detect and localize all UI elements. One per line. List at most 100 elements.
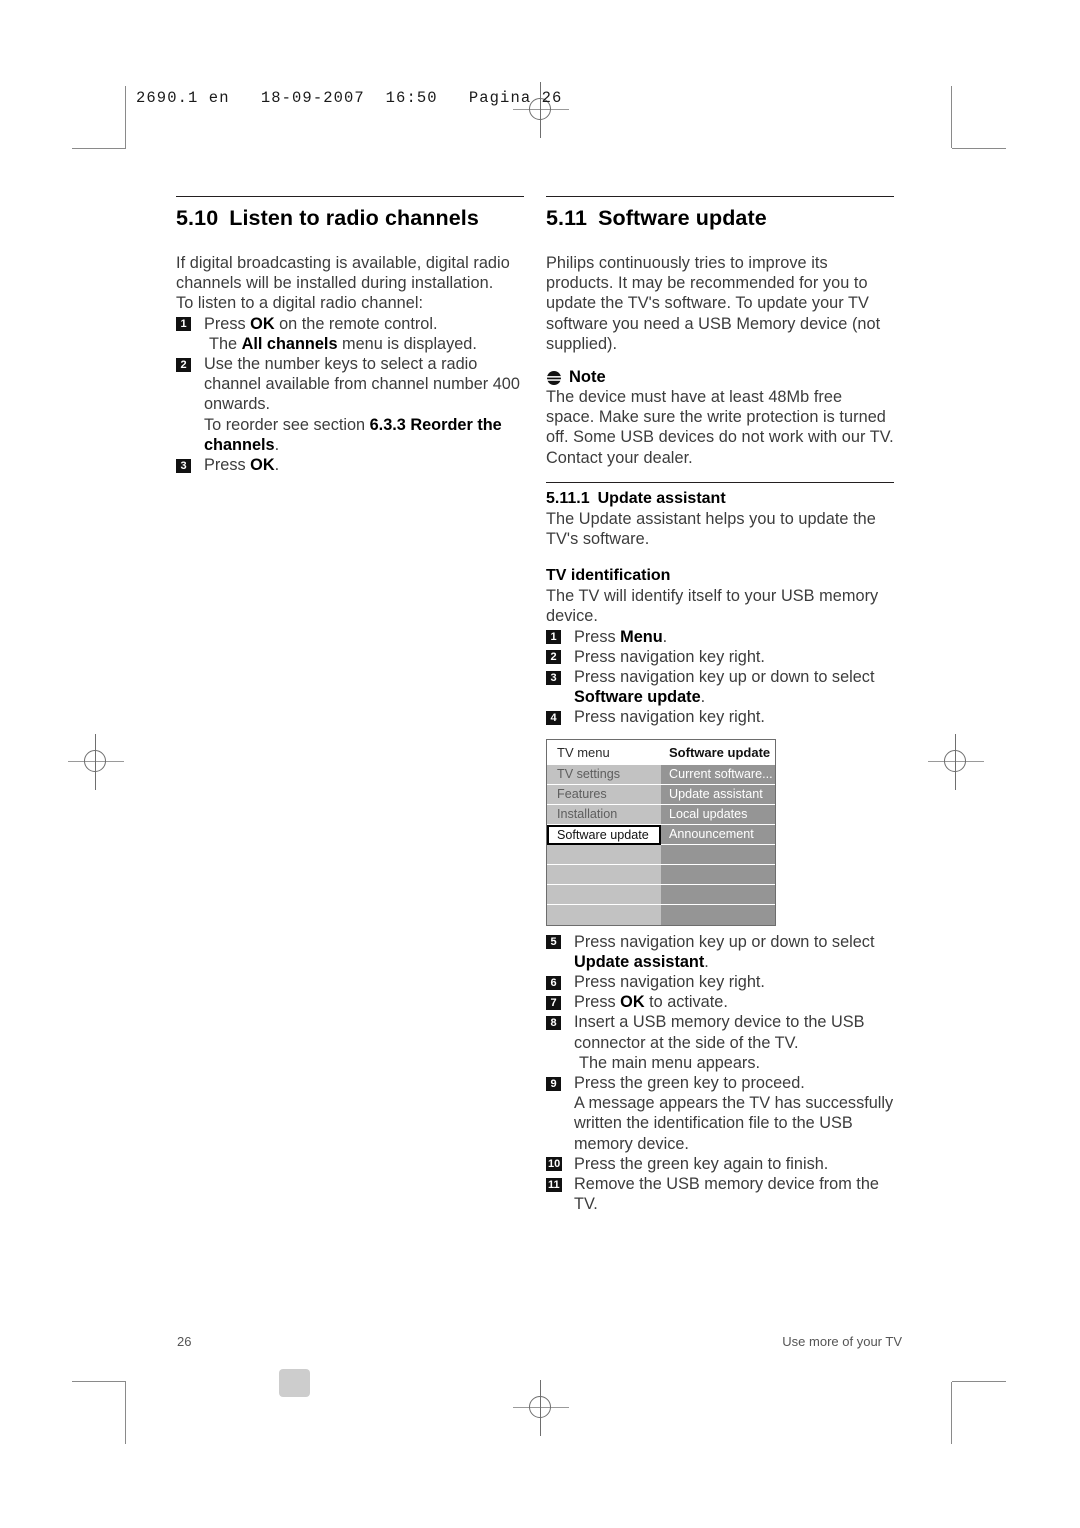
registration-mark-left-center (68, 734, 124, 790)
keyword-software-update: Software update (574, 688, 701, 707)
step-badge: 2 (176, 357, 191, 372)
crop-mark-bottom-right-horizontal (952, 1381, 1006, 1382)
crop-mark-bottom-right-vertical (951, 1382, 952, 1444)
table-row[interactable]: TV settings Current software... (547, 764, 775, 785)
list-item: 3 Press navigation key up or down to sel… (546, 667, 894, 707)
note-body: The device must have at least 48Mb free … (546, 388, 894, 467)
tv-menu-item-empty (547, 864, 661, 885)
step-text: Remove the USB memory device from the TV… (574, 1175, 879, 1214)
right-intro-paragraph: Philips continuously tries to improve it… (546, 254, 881, 353)
crop-mark-bottom-left-vertical (125, 1382, 126, 1444)
tv-menu-item-installation[interactable]: Installation (547, 804, 661, 825)
keyword-ok: OK (620, 993, 645, 1012)
table-row-selected[interactable]: Software update Announcement (547, 824, 775, 845)
tv-submenu-item-empty (661, 884, 775, 905)
step-text: Use the number keys to select a radio ch… (204, 355, 520, 414)
list-item: 11 Remove the USB memory device from the… (546, 1174, 894, 1214)
registration-mark-bottom-center (513, 1380, 569, 1436)
left-intro-paragraph-1: If digital broadcasting is available, di… (176, 254, 510, 293)
step-continuation: A message appears the TV has successfull… (574, 1094, 894, 1153)
print-slug: 2690.1 en 18-09-2007 16:50 Pagina 26 (136, 89, 563, 107)
note-header: Note (546, 368, 894, 387)
step-text: Press navigation key right. (574, 708, 765, 727)
step-badge: 3 (546, 670, 561, 685)
subsection-number: 5.11.1 (546, 489, 590, 507)
tv-submenu-item-empty (661, 864, 775, 885)
step-text: Press OK. (204, 456, 280, 475)
tv-menu-figure: TV menu Software update TV settings Curr… (546, 738, 776, 926)
tv-menu-header-row: TV menu Software update (547, 739, 775, 765)
tv-menu-header-right: Software update (661, 739, 775, 765)
step-badge: 6 (546, 975, 561, 990)
subsection-title: Update assistant (597, 489, 726, 507)
list-item: 1 Press Menu. (546, 627, 894, 647)
list-item: 2 Press navigation key right. (546, 647, 894, 667)
tv-identification-steps-before: 1 Press Menu. 2 Press navigation key rig… (546, 627, 894, 728)
step-badge: 8 (546, 1015, 561, 1030)
step-text: Press Menu. (574, 627, 668, 646)
list-item: 10 Press the green key again to finish. (546, 1154, 894, 1174)
step-badge: 9 (546, 1076, 561, 1091)
step-text: Press OK on the remote control. (204, 314, 438, 333)
step-text: Press the green key again to finish. (574, 1154, 829, 1173)
table-row (547, 884, 775, 905)
step-badge: 7 (546, 995, 561, 1010)
tv-submenu-item-current-software[interactable]: Current software... (661, 764, 775, 785)
tv-identification-steps-after: 5 Press navigation key up or down to sel… (546, 932, 894, 1215)
list-item: 1 Press OK on the remote control. The Al… (176, 314, 524, 354)
tv-menu-item-tv-settings[interactable]: TV settings (547, 764, 661, 785)
list-item: 5 Press navigation key up or down to sel… (546, 932, 894, 972)
tv-submenu-item-update-assistant[interactable]: Update assistant (661, 784, 775, 805)
step-text: Press navigation key up or down to selec… (574, 932, 875, 971)
list-item: 8 Insert a USB memory device to the USB … (546, 1012, 894, 1073)
right-section-number: 5.11 (546, 206, 588, 230)
step-text: Press the green key to proceed. (574, 1074, 805, 1093)
crop-mark-right-vertical (951, 86, 952, 148)
step-text: Press navigation key right. (574, 973, 765, 992)
left-step-list: 1 Press OK on the remote control. The Al… (176, 314, 524, 476)
step-badge: 1 (546, 630, 561, 645)
keyword-all-channels: All channels (241, 334, 338, 353)
section-rule-left (176, 196, 524, 197)
list-item: 7 Press OK to activate. (546, 992, 894, 1012)
tv-submenu-item-local-updates[interactable]: Local updates (661, 804, 775, 825)
footer-section-label: Use more of your TV (782, 1334, 902, 1349)
step-badge: 11 (546, 1177, 562, 1192)
right-section-heading: 5.11 Software update (546, 206, 894, 231)
note-icon (546, 370, 562, 386)
right-section-title: Software update (598, 206, 767, 230)
table-row[interactable]: Installation Local updates (547, 804, 775, 825)
subsection-heading: 5.11.1 Update assistant (546, 490, 894, 508)
tv-menu-item-software-update-selected[interactable]: Software update (547, 824, 661, 845)
left-section-number: 5.10 (176, 206, 219, 230)
list-item: 9 Press the green key to proceed. A mess… (546, 1073, 894, 1154)
step-badge: 5 (546, 935, 561, 950)
crop-mark-left-vertical (125, 86, 126, 148)
step-badge: 2 (546, 650, 561, 665)
left-intro-paragraph-2: To listen to a digital radio channel: (176, 294, 424, 313)
keyword-reorder-channels: 6.3.3 Reorder the channels (204, 415, 502, 454)
tv-menu-header-left: TV menu (547, 739, 661, 765)
table-row (547, 904, 775, 925)
step-badge: 3 (176, 458, 191, 473)
left-column: 5.10 Listen to radio channels If digital … (176, 196, 524, 475)
tv-identification-heading: TV identification (546, 567, 671, 585)
left-section-title: Listen to radio channels (229, 206, 479, 230)
keyword-ok: OK (250, 314, 275, 333)
tv-menu-item-empty (547, 844, 661, 865)
note-label: Note (569, 368, 606, 387)
crop-mark-top-right-horizontal (952, 148, 1006, 149)
keyword-menu: Menu (620, 627, 663, 646)
right-column: 5.11 Software update Philips continuously… (546, 196, 894, 1215)
crop-mark-bottom-left-horizontal (72, 1381, 126, 1382)
tv-submenu-item-announcement[interactable]: Announcement (661, 824, 775, 845)
table-row[interactable]: Features Update assistant (547, 784, 775, 805)
subsection-body: The Update assistant helps you to update… (546, 509, 876, 549)
step-continuation: To reorder see section 6.3.3 Reorder the… (204, 415, 502, 454)
step-text: Press OK to activate. (574, 993, 728, 1012)
page-number: 26 (177, 1334, 192, 1349)
color-calibration-swatch (279, 1369, 310, 1397)
tv-identification-body: The TV will identify itself to your USB … (546, 587, 879, 626)
tv-menu-item-features[interactable]: Features (547, 784, 661, 805)
registration-mark-right-center (928, 734, 984, 790)
